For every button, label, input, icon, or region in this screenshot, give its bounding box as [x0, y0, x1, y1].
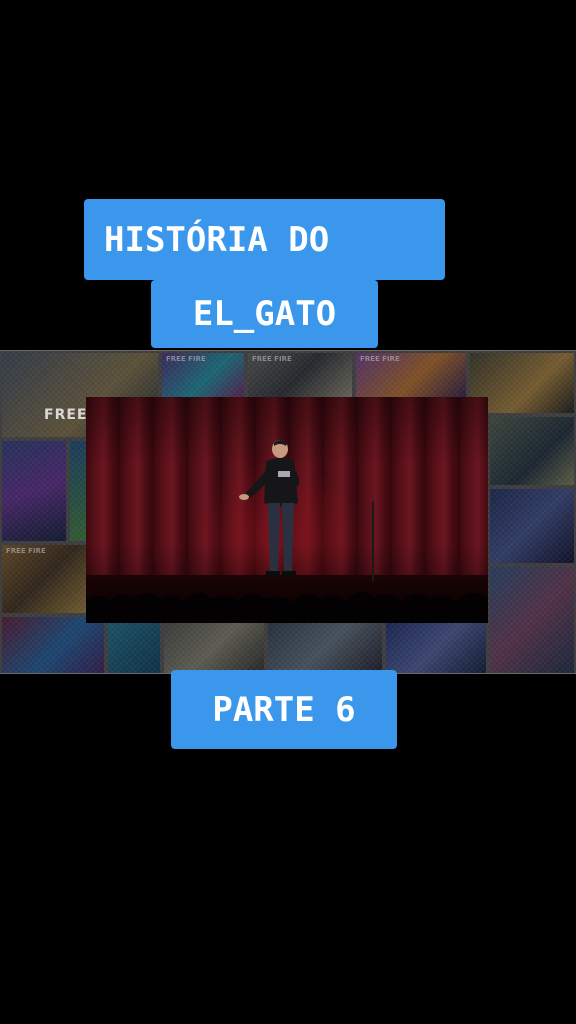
collage-tile [488, 565, 576, 673]
part-caption: PARTE 6 [171, 670, 397, 749]
tile-label: FREE FIRE [252, 355, 292, 363]
collage-tile [266, 621, 384, 673]
comedian-figure [239, 440, 300, 577]
tile-label: FREE FIRE [360, 355, 400, 363]
collage-tile [0, 439, 68, 543]
collage-tile [384, 621, 488, 673]
title-caption-line2: EL_GATO [151, 280, 378, 348]
tile-label: FREE FIRE [6, 547, 46, 555]
mic-stand [372, 501, 374, 581]
collage-tile [68, 439, 88, 543]
title-caption-line1: HISTÓRIA DO [84, 199, 445, 280]
poster-title-text: FREE [44, 407, 88, 423]
collage-tile [0, 615, 106, 673]
tile-label: FREE FIRE [166, 355, 206, 363]
audience-silhouettes [86, 591, 488, 623]
collage-tile: FREE FIRE [354, 351, 468, 401]
collage-tile [106, 621, 162, 673]
video-frame: FREE FIRE FREE FIRE FREE FIRE FREE FIRE … [0, 0, 576, 1024]
collage-tile: FREE FIRE [160, 351, 246, 401]
collage-tile [162, 621, 266, 673]
stage-video [86, 397, 488, 623]
collage-tile [488, 487, 576, 565]
collage-tile: FREE FIRE [0, 543, 88, 615]
collage-tile: FREE FIRE [246, 351, 354, 401]
collage-tile [488, 415, 576, 487]
